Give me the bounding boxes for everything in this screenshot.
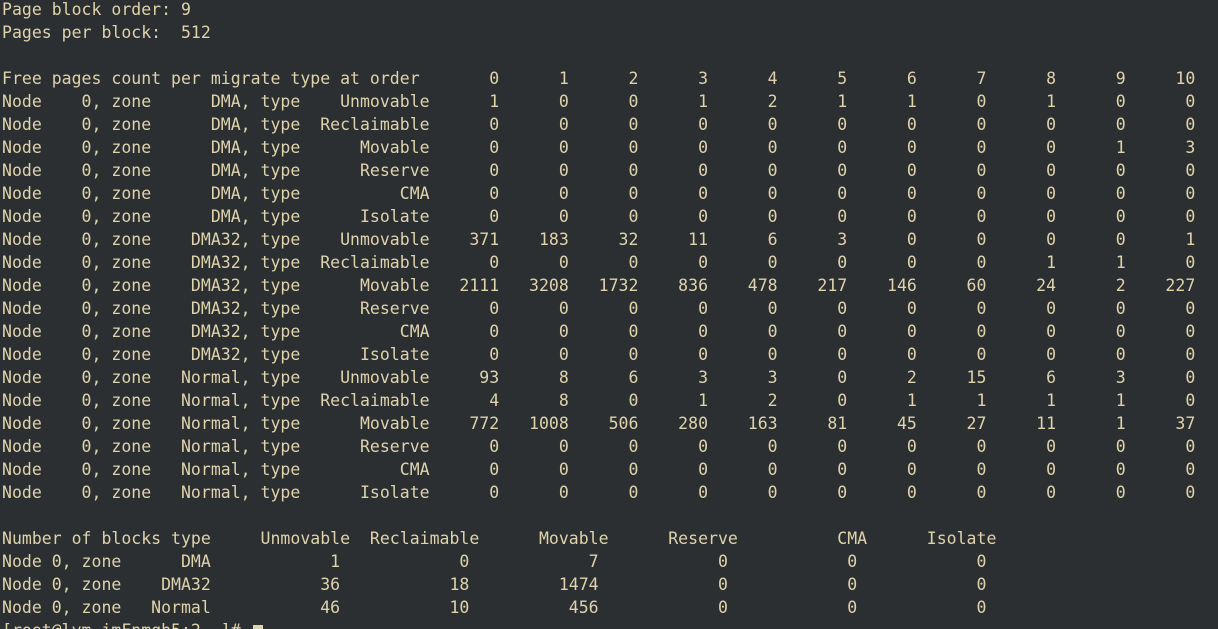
terminal-line: Node 0, zone DMA32, type Reserve 0 0 0 0… [2, 299, 1196, 318]
terminal-line: Node 0, zone Normal, type Isolate 0 0 0 … [2, 483, 1196, 502]
terminal-line: Node 0, zone DMA32, type Movable 2111 32… [2, 276, 1196, 295]
terminal-line: Node 0, zone DMA32, type CMA 0 0 0 0 0 0… [2, 322, 1196, 341]
prompt-line[interactable]: [root@lvm-imFnmqh5:2 ~]# [2, 619, 263, 629]
terminal-line: Node 0, zone DMA 1 0 7 0 0 0 [2, 552, 987, 571]
terminal-line: Node 0, zone DMA, type Movable 0 0 0 0 0… [2, 138, 1196, 157]
terminal-line: Node 0, zone DMA32 36 18 1474 0 0 0 [2, 575, 987, 594]
terminal-line: Node 0, zone DMA, type Isolate 0 0 0 0 0… [2, 207, 1196, 226]
terminal-line: Node 0, zone DMA32, type Unmovable 371 1… [2, 230, 1196, 249]
terminal-line: Page block order: 9 [2, 0, 191, 19]
terminal-line: Free pages count per migrate type at ord… [2, 69, 1196, 88]
terminal-line: Number of blocks type Unmovable Reclaima… [2, 529, 997, 548]
terminal-line: Node 0, zone DMA, type Reclaimable 0 0 0… [2, 115, 1196, 134]
shell-prompt: [root@lvm-imFnmqh5:2 ~]# [2, 621, 251, 629]
text-cursor [252, 624, 263, 629]
terminal-line: Node 0, zone Normal, type Movable 772 10… [2, 414, 1196, 433]
terminal-line: Node 0, zone DMA32, type Isolate 0 0 0 0… [2, 345, 1196, 364]
terminal-window[interactable]: Page block order: 9 Pages per block: 512… [0, 0, 1218, 629]
terminal-line: Node 0, zone Normal, type Reserve 0 0 0 … [2, 437, 1196, 456]
terminal-line: Node 0, zone DMA, type Reserve 0 0 0 0 0… [2, 161, 1196, 180]
terminal-line: Node 0, zone Normal, type CMA 0 0 0 0 0 … [2, 460, 1196, 479]
terminal-line: Pages per block: 512 [2, 23, 211, 42]
terminal-line: Node 0, zone DMA32, type Reclaimable 0 0… [2, 253, 1196, 272]
terminal-line: Node 0, zone DMA, type CMA 0 0 0 0 0 0 0… [2, 184, 1196, 203]
terminal-line: Node 0, zone Normal, type Unmovable 93 8… [2, 368, 1196, 387]
terminal-line: Node 0, zone DMA, type Unmovable 1 0 0 1… [2, 92, 1196, 111]
terminal-line: Node 0, zone Normal 46 10 456 0 0 0 [2, 598, 987, 617]
terminal-line: Node 0, zone Normal, type Reclaimable 4 … [2, 391, 1196, 410]
